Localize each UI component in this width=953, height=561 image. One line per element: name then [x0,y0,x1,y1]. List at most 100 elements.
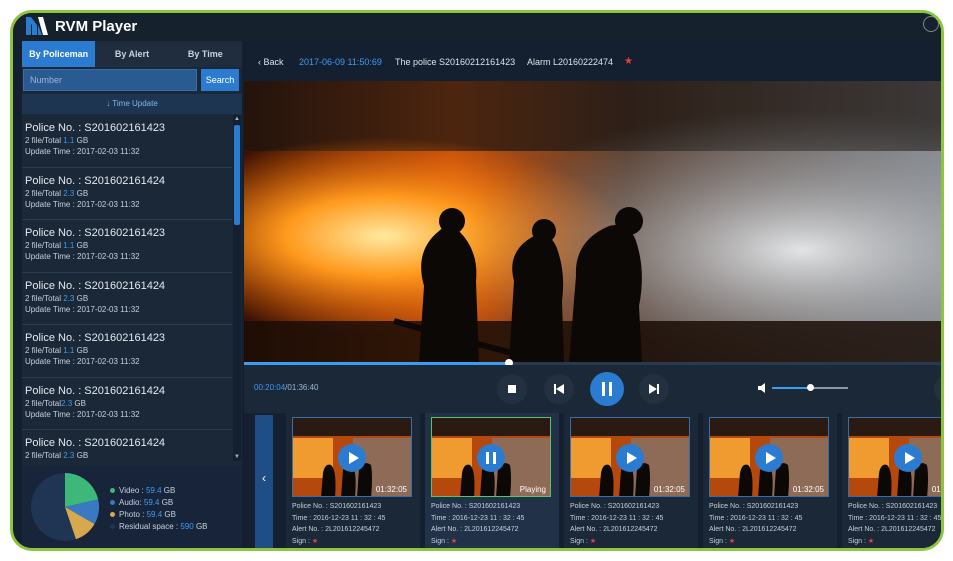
clip-play-button[interactable] [616,444,644,472]
search-input[interactable] [23,69,197,91]
volume-knob[interactable] [807,384,814,391]
list-scrollbar[interactable]: ▲ ▼ [233,115,241,461]
star-icon[interactable]: ★ [590,538,596,545]
previous-button[interactable] [544,374,574,404]
clip-time: Time : 2016-12-23 11 : 32 : 45 [709,514,803,522]
clip-alert-no: Alert No. : 2L201612245472 [709,526,797,533]
star-icon[interactable]: ★ [868,538,874,545]
star-icon[interactable]: ★ [451,538,457,545]
list-item[interactable]: Police No. : S201602161424 2 file/Total … [22,272,232,325]
clip-sign: Sign : ★ [292,537,319,545]
file-summary: 2 file/Total 2.3 GB [25,293,89,303]
clip-card[interactable]: 01:32:05 Police No. : S201602161423 Time :… [286,413,420,548]
clip-duration: 01:32:05 [653,485,685,494]
clip-sign: Sign : ★ [709,537,736,545]
time-update-sort[interactable]: ↓ Time Update [22,94,242,114]
rvm-logo-icon [26,17,48,35]
clip-thumbnail[interactable]: 01:32:05 [570,417,690,497]
clip-play-button[interactable] [894,444,922,472]
clip-play-button[interactable] [755,444,783,472]
alarm-label: Alarm L20160222474 [527,57,614,67]
tab-by-policeman[interactable]: By Policeman [22,41,96,67]
clip-pause-button[interactable] [477,444,505,472]
clip-card[interactable]: 01:32:05 Police No. : S201602161423 Time :… [564,413,698,548]
star-icon[interactable]: ★ [729,538,735,545]
clip-info: Police No. : S201602161423 Time : 2016-12… [570,501,663,547]
scroll-up-icon[interactable]: ▲ [233,115,241,123]
file-summary: 2 file/Total 2.3 GB [25,451,89,460]
update-time: Update Time : 2017-02-03 11:32 [25,357,140,366]
scroll-down-icon[interactable]: ▼ [233,453,241,461]
clip-time: Time : 2016-12-23 11 : 32 : 45 [848,514,942,522]
storage-summary: Video : 59.4 GB Audio: 59.4 GB Photo : 5… [22,466,242,548]
scroll-thumb[interactable] [234,125,240,225]
clip-thumbnail[interactable]: 01:32:05 [709,417,829,497]
extra-control-button[interactable] [934,374,941,404]
stop-button[interactable] [497,374,527,404]
volume-slider[interactable] [772,384,848,391]
pause-button[interactable] [590,372,624,406]
clip-thumbnail[interactable]: 01:32:05 [848,417,941,497]
tab-by-time[interactable]: By Time [168,41,242,67]
play-icon [627,452,637,464]
file-summary: 2 file/Total 1.1 GB [25,241,89,250]
update-time: Update Time : 2017-02-03 11:32 [25,409,140,419]
clip-police-no: Police No. : S201602161423 [570,503,660,510]
list-item[interactable]: Police No. : S201602161424 2 file/Total … [22,430,232,461]
clip-sign: Sign : ★ [570,537,597,545]
video-frame[interactable] [244,81,941,363]
file-summary: 2 file/Total2.3 GB [25,398,86,408]
policeman-list: Police No. : S201602161423 2 file/Total … [22,115,232,461]
pause-icon [486,452,496,464]
police-number: Police No. : S201602161424 [25,174,166,187]
star-icon[interactable]: ★ [312,538,318,545]
clip-card[interactable]: 01:32:05 Police No. : S201602161423 Time :… [703,413,837,548]
police-number: Police No. : S201602161424 [25,384,166,397]
list-item[interactable]: Police No. : S201602161424 2 file/Total … [22,167,232,220]
clip-thumbnail[interactable]: 01:32:05 [292,417,412,497]
clip-time: Time : 2016-12-23 11 : 32 : 45 [292,514,386,522]
legend-video: Video : 59.4 GB [110,485,208,497]
next-button[interactable] [639,374,669,404]
star-icon[interactable]: ★ [624,56,633,67]
list-item[interactable]: Police No. : S201602161423 2 file/Total … [22,325,232,378]
clip-info: Police No. : S201602161423 Time : 2016-12… [292,501,385,547]
police-number: Police No. : S201602161423 [25,332,166,344]
police-label: The police S20160212161423 [395,57,516,67]
clip-card[interactable]: 01:32:05 Police No. : S201602161423 Time :… [842,413,942,548]
title-bar: RVM Player [13,13,941,41]
clip-alert-no: Alert No. : 2L201612245472 [570,526,658,533]
clip-sign: Sign : ★ [431,537,458,545]
clip-duration: 01:32:05 [792,485,824,494]
play-icon [349,452,359,464]
volume-fill [772,387,810,389]
legend-audio: Audio: 59.4 GB [110,497,208,509]
video-info-bar: ‹ Back 2017-06-09 11:50:69 The police S2… [244,53,941,73]
police-number: Police No. : S201602161423 [25,227,166,239]
clip-police-no: Police No. : S201602161423 [292,503,382,510]
list-item[interactable]: Police No. : S201602161423 2 file/Total … [22,115,232,168]
sidebar-tabs: By Policeman By Alert By Time [22,41,242,67]
legend-residual: Residual space : 590 GB [110,521,208,533]
strip-prev-button[interactable]: ‹ [255,415,273,548]
player-panel: ‹ Back 2017-06-09 11:50:69 The police S2… [244,41,942,548]
search-button[interactable]: Search [201,69,239,91]
window-control-icon[interactable] [923,16,939,32]
police-number: Police No. : S201602161424 [25,437,166,449]
clip-card[interactable]: Playing Police No. : S201602161423 Time : … [425,413,559,548]
clip-play-button[interactable] [338,444,366,472]
app-title: RVM Player [55,18,138,35]
clip-police-no: Police No. : S201602161423 [709,503,799,510]
app-window: RVM Player By Policeman By Alert By Time… [10,10,944,551]
volume-icon[interactable] [758,383,768,393]
tab-by-alert[interactable]: By Alert [95,41,169,67]
list-item[interactable]: Police No. : S201602161423 2 file/Total … [22,220,232,273]
clip-info: Police No. : S201602161423 Time : 2016-12… [431,501,524,547]
back-button[interactable]: ‹ Back [258,57,284,67]
clip-time: Time : 2016-12-23 11 : 32 : 45 [431,514,525,522]
clip-thumbnail[interactable]: Playing [431,417,551,497]
update-time: Update Time : 2017-02-03 11:32 [25,252,140,261]
list-item[interactable]: Police No. : S201602161424 2 file/Total2… [22,377,232,430]
file-summary: 2 file/Total 1.1 GB [25,136,89,145]
stop-icon [508,385,516,393]
